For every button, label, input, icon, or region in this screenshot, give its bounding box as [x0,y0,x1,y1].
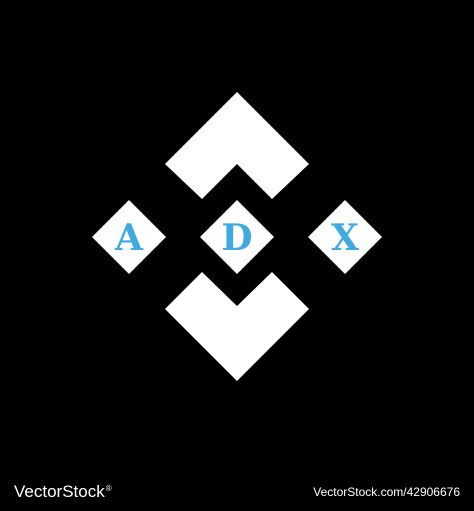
letter-x: X [331,217,359,259]
letter-a: A [114,217,144,259]
footer-brand-name: VectorStock [14,482,105,501]
footer-registered-mark: ® [105,483,112,493]
logo-graphic: A D X [92,92,382,381]
letter-d: D [221,217,252,259]
footer-brand[interactable]: VectorStock ® [14,482,112,502]
bottom-chevron-shape [165,272,309,381]
watermark-footer: VectorStock ® VectorStock.com/42906676 [0,473,474,511]
footer-url[interactable]: VectorStock.com/42906676 [313,485,460,499]
logo-canvas: A D X [0,0,474,473]
top-chevron-shape [165,92,309,199]
